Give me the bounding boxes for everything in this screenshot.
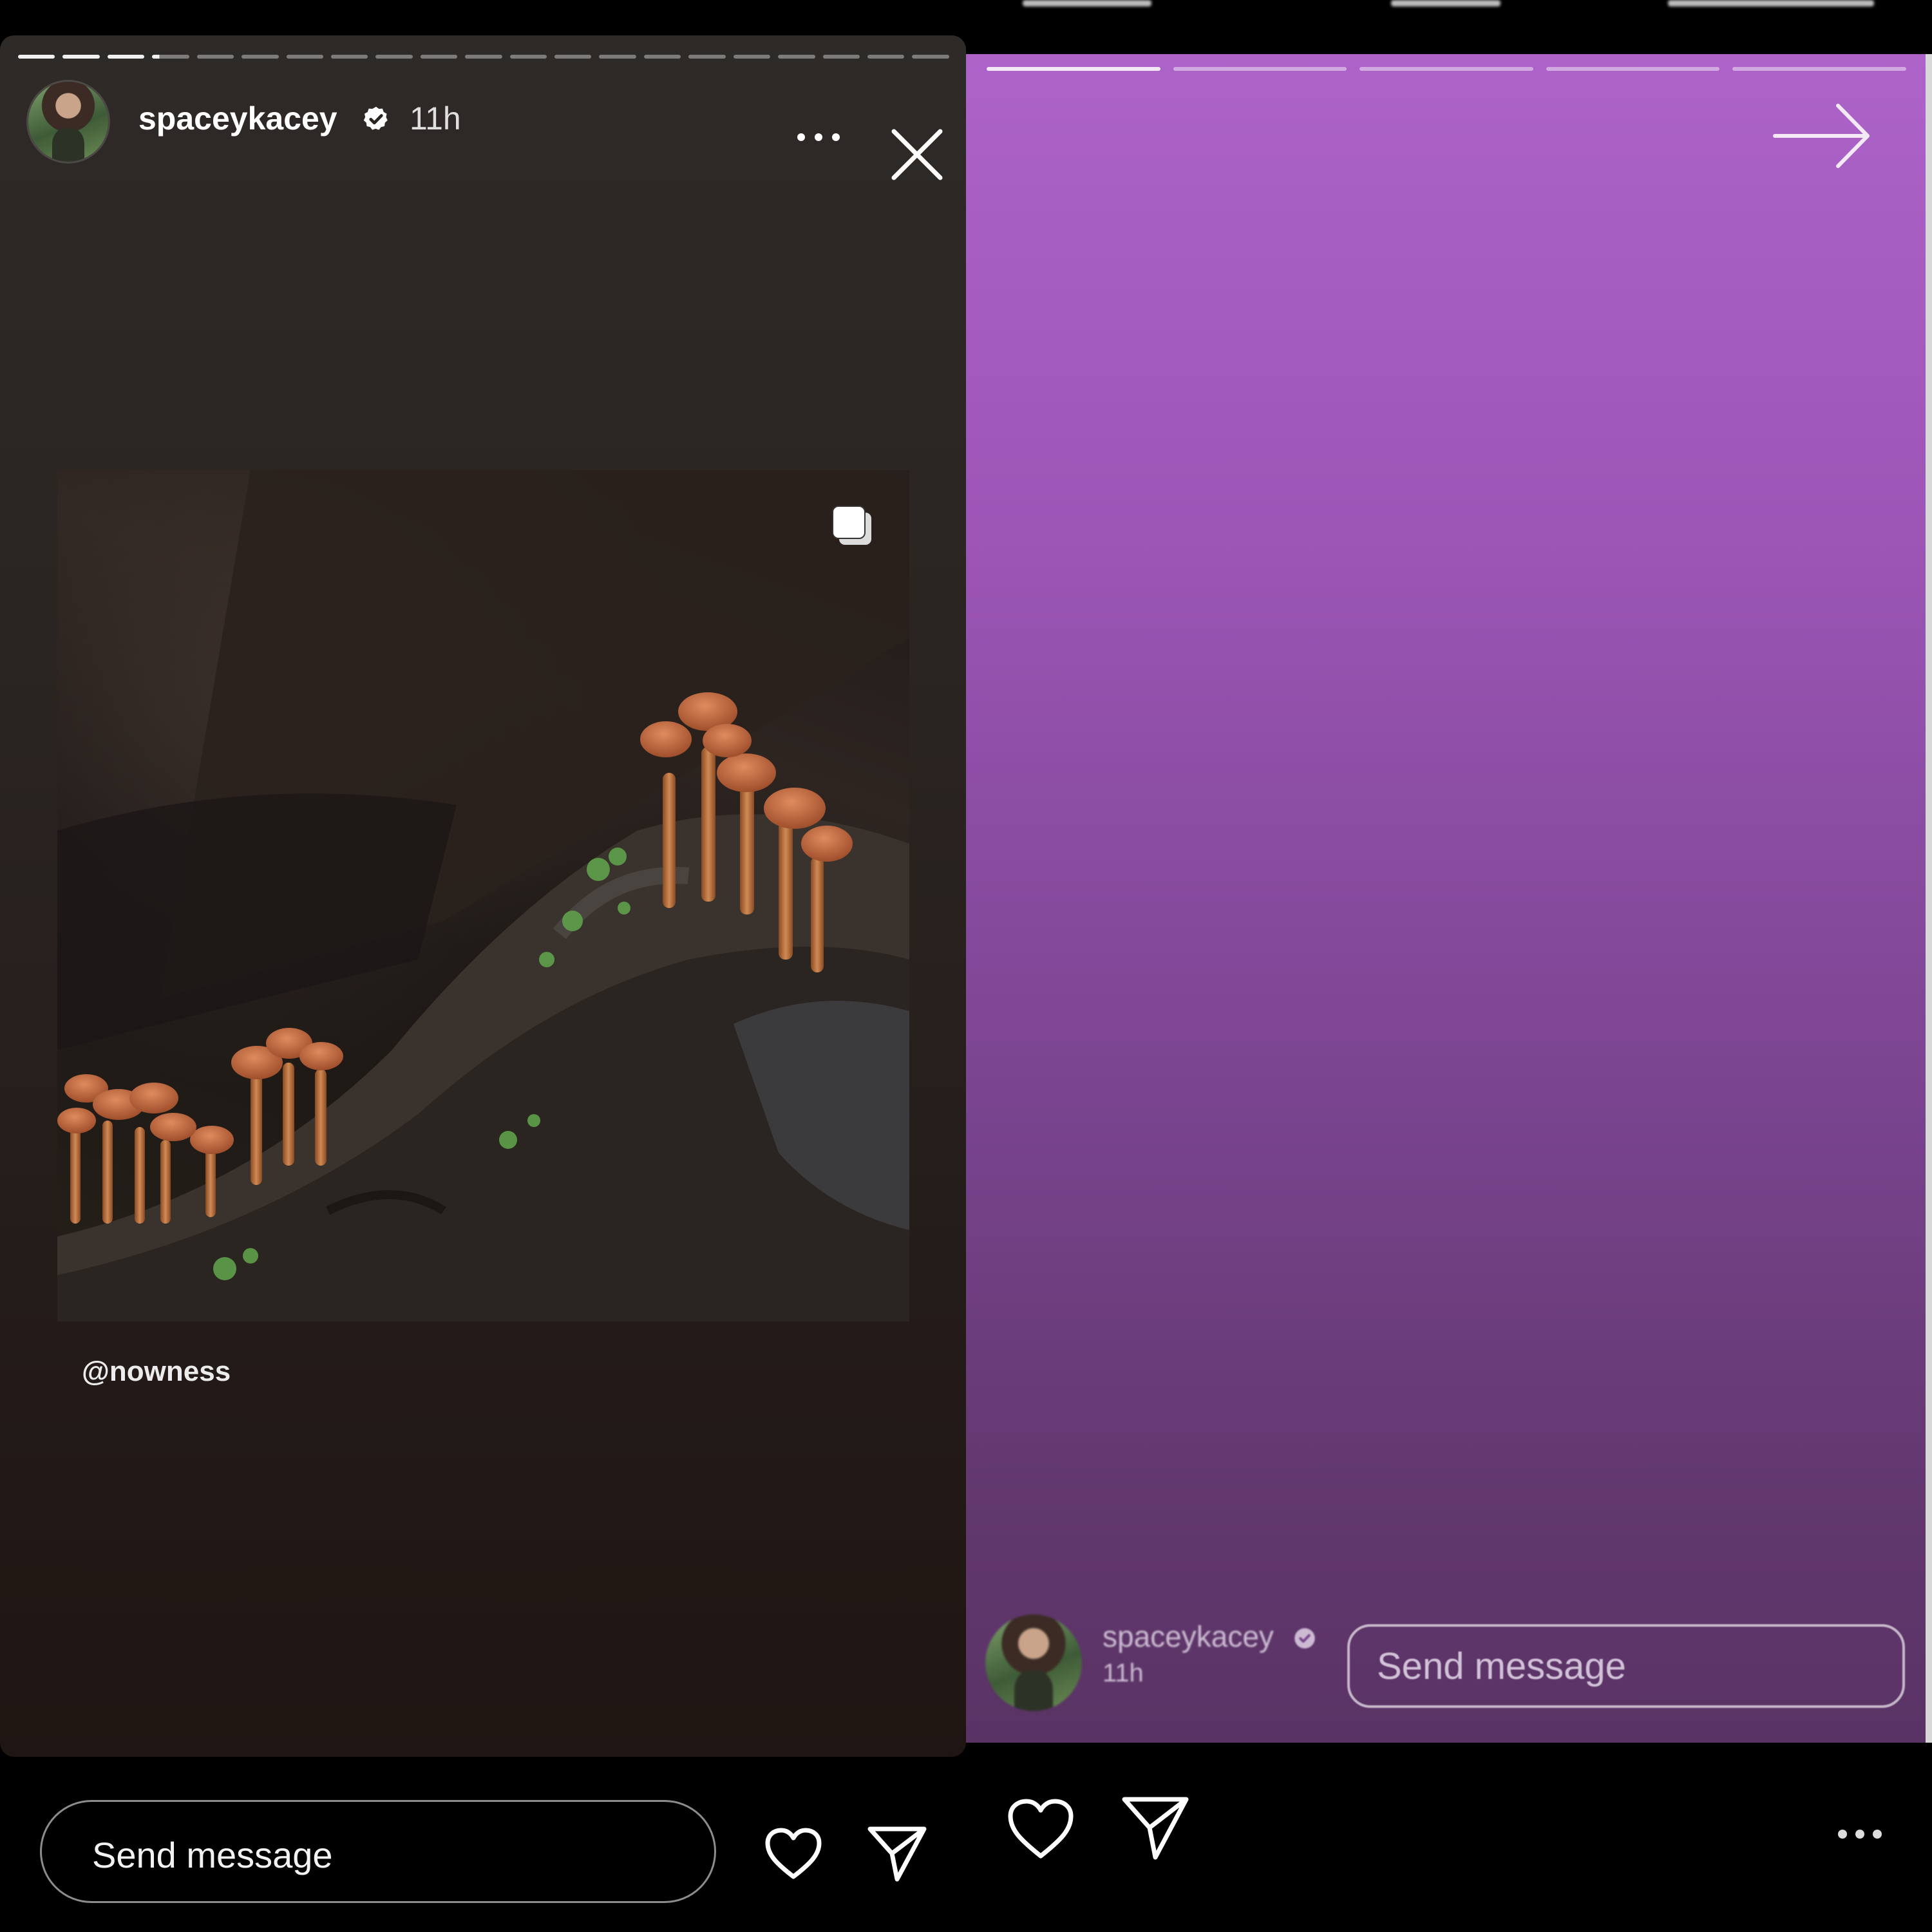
progress-segment (18, 55, 55, 59)
progress-segment (1546, 67, 1720, 71)
progress-segment (375, 55, 413, 59)
story-card[interactable]: spaceykacey 11h Send message (966, 54, 1926, 1743)
progress-segment (733, 55, 771, 59)
progress-segment (420, 55, 458, 59)
paper-plane-icon[interactable] (866, 1824, 928, 1883)
avatar[interactable] (28, 82, 108, 162)
progress-segment (62, 55, 100, 59)
progress-segment (196, 55, 234, 59)
more-horizontal-icon[interactable] (1837, 1826, 1883, 1842)
progress-segment (643, 55, 681, 59)
progress-segment (778, 55, 815, 59)
timestamp: 11h (1103, 1659, 1144, 1687)
progress-segment (465, 55, 502, 59)
username[interactable]: spaceykacey (138, 100, 337, 137)
paper-plane-icon[interactable] (1121, 1794, 1190, 1861)
status-bar (966, 0, 1932, 54)
progress-segment (554, 55, 592, 59)
progress-segment (599, 55, 636, 59)
avatar[interactable] (985, 1615, 1082, 1711)
story-card[interactable]: spaceykacey 11h @nowness (0, 35, 966, 1757)
progress-segment (242, 55, 279, 59)
story-progress-bar (987, 67, 1906, 71)
send-message-placeholder: Send message (92, 1835, 333, 1875)
timestamp: 11h (410, 100, 461, 137)
progress-segment (1359, 67, 1533, 71)
arrow-right-icon[interactable] (1771, 100, 1874, 171)
mushroom-photo (57, 470, 909, 1321)
heart-icon[interactable] (1006, 1797, 1075, 1861)
progress-segment (107, 55, 145, 59)
progress-segment (867, 55, 905, 59)
send-message-input[interactable]: Send message (1347, 1624, 1905, 1708)
mention-tag[interactable]: @nowness (82, 1356, 231, 1388)
progress-segment (330, 55, 368, 59)
right-story-viewer: spaceykacey 11h Send message (966, 0, 1932, 1932)
heart-icon[interactable] (764, 1826, 823, 1880)
progress-segment (152, 55, 189, 59)
shared-post-image[interactable] (57, 470, 909, 1321)
send-message-placeholder: Send message (1377, 1645, 1626, 1687)
verified-badge-icon (1294, 1628, 1315, 1649)
more-horizontal-icon[interactable] (796, 131, 841, 144)
progress-segment (912, 55, 949, 59)
carousel-icon (832, 506, 871, 545)
story-progress-bar (18, 55, 949, 59)
left-story-viewer: spaceykacey 11h @nowness Send message (0, 0, 966, 1932)
progress-segment (987, 67, 1160, 71)
panel-divider (1926, 54, 1932, 1743)
verified-badge-icon (363, 106, 388, 130)
progress-segment (286, 55, 323, 59)
progress-segment (822, 55, 860, 59)
username[interactable]: spaceykacey (1103, 1619, 1274, 1654)
progress-segment (509, 55, 547, 59)
progress-segment (1173, 67, 1347, 71)
send-message-input[interactable]: Send message (40, 1800, 716, 1903)
progress-segment (688, 55, 726, 59)
close-icon[interactable] (890, 128, 944, 182)
progress-segment (1732, 67, 1906, 71)
